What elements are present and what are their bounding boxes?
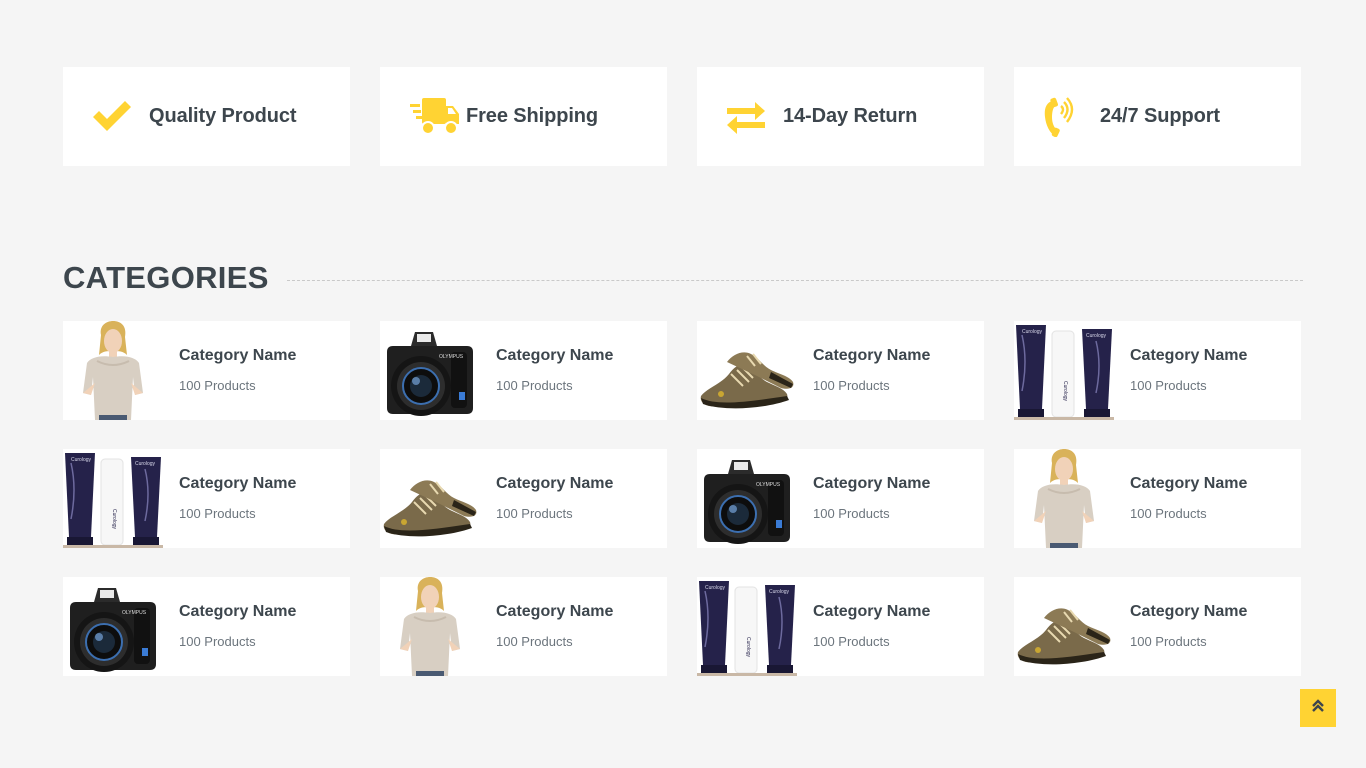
- category-info: Category Name 100 Products: [179, 475, 296, 521]
- category-product-count: 100 Products: [813, 377, 890, 393]
- category-name[interactable]: Category Name: [813, 603, 930, 621]
- category-image[interactable]: OLYMPUS: [697, 449, 797, 548]
- svg-text:Curology: Curology: [1022, 329, 1043, 335]
- exchange-arrows-icon: [725, 95, 777, 139]
- check-icon: [91, 95, 143, 139]
- category-image[interactable]: OLYMPUS: [63, 577, 163, 676]
- category-info: Category Name 100 Products: [1130, 475, 1247, 521]
- category-name[interactable]: Category Name: [1130, 347, 1247, 365]
- category-product-count: 100 Products: [813, 505, 890, 521]
- category-product-count: 100 Products: [1130, 633, 1207, 649]
- category-image[interactable]: OLYMPUS: [380, 321, 480, 420]
- dashed-divider: [286, 279, 1303, 281]
- feature-24-7-support: 24/7 Support: [1014, 67, 1301, 166]
- svg-text:Curology: Curology: [71, 457, 92, 463]
- category-name[interactable]: Category Name: [496, 475, 613, 493]
- category-card[interactable]: Category Name 100 Products: [380, 449, 667, 548]
- category-image[interactable]: [380, 577, 480, 676]
- svg-text:OLYMPUS: OLYMPUS: [122, 610, 147, 616]
- category-card[interactable]: Curology Curology Curology Category Name 100…: [697, 577, 984, 676]
- category-image[interactable]: [63, 321, 163, 420]
- feature-label: 24/7 Support: [1100, 105, 1220, 127]
- feature-quality-product: Quality Product: [63, 67, 350, 166]
- feature-label: 14-Day Return: [783, 105, 918, 127]
- category-product-count: 100 Products: [179, 377, 256, 393]
- svg-text:OLYMPUS: OLYMPUS: [756, 482, 781, 488]
- svg-text:Curology: Curology: [769, 589, 790, 595]
- feature-14-day-return: 14-Day Return: [697, 67, 984, 166]
- category-product-count: 100 Products: [1130, 505, 1207, 521]
- category-image[interactable]: [1014, 577, 1114, 676]
- category-image[interactable]: Curology Curology Curology: [63, 449, 163, 548]
- double-chevron-up-icon: [1312, 698, 1324, 718]
- svg-text:OLYMPUS: OLYMPUS: [439, 354, 464, 360]
- back-to-top-button[interactable]: [1300, 689, 1336, 727]
- category-name[interactable]: Category Name: [179, 603, 296, 621]
- category-name[interactable]: Category Name: [179, 347, 296, 365]
- features-row: Quality Product Free Shipping 14-Day Ret…: [63, 67, 1301, 166]
- category-name[interactable]: Category Name: [1130, 603, 1247, 621]
- svg-text:Curology: Curology: [1086, 333, 1107, 339]
- category-image[interactable]: Curology Curology Curology: [697, 577, 797, 676]
- category-product-count: 100 Products: [496, 505, 573, 521]
- category-name[interactable]: Category Name: [496, 603, 613, 621]
- shipping-truck-icon: [408, 95, 460, 139]
- category-grid: Category Name 100 Products OLYMPUS Category…: [63, 321, 1301, 676]
- category-name[interactable]: Category Name: [179, 475, 296, 493]
- category-card[interactable]: OLYMPUS Category Name 100 Products: [63, 577, 350, 676]
- section-title: CATEGORIES: [63, 260, 269, 295]
- category-name[interactable]: Category Name: [813, 475, 930, 493]
- categories-heading: CATEGORIES: [63, 260, 1303, 296]
- category-card[interactable]: Category Name 100 Products: [380, 577, 667, 676]
- category-info: Category Name 100 Products: [496, 603, 613, 649]
- category-info: Category Name 100 Products: [496, 475, 613, 521]
- category-card[interactable]: OLYMPUS Category Name 100 Products: [380, 321, 667, 420]
- category-card[interactable]: Category Name 100 Products: [697, 321, 984, 420]
- category-info: Category Name 100 Products: [179, 347, 296, 393]
- category-name[interactable]: Category Name: [1130, 475, 1247, 493]
- category-image[interactable]: [697, 321, 797, 420]
- phone-volume-icon: [1042, 95, 1094, 139]
- category-info: Category Name 100 Products: [179, 603, 296, 649]
- category-info: Category Name 100 Products: [813, 603, 930, 649]
- svg-text:Curology: Curology: [705, 585, 726, 591]
- category-product-count: 100 Products: [813, 633, 890, 649]
- feature-free-shipping: Free Shipping: [380, 67, 667, 166]
- category-card[interactable]: OLYMPUS Category Name 100 Products: [697, 449, 984, 548]
- category-image[interactable]: [380, 449, 480, 548]
- category-info: Category Name 100 Products: [1130, 347, 1247, 393]
- svg-text:Curology: Curology: [135, 461, 156, 467]
- category-name[interactable]: Category Name: [813, 347, 930, 365]
- svg-text:Curology: Curology: [111, 509, 117, 530]
- category-info: Category Name 100 Products: [496, 347, 613, 393]
- category-card[interactable]: Category Name 100 Products: [63, 321, 350, 420]
- category-image[interactable]: Curology Curology Curology: [1014, 321, 1114, 420]
- category-card[interactable]: Curology Curology Curology Category Name 100…: [1014, 321, 1301, 420]
- feature-label: Free Shipping: [466, 105, 599, 127]
- category-product-count: 100 Products: [179, 633, 256, 649]
- category-product-count: 100 Products: [496, 633, 573, 649]
- category-info: Category Name 100 Products: [1130, 603, 1247, 649]
- category-product-count: 100 Products: [1130, 377, 1207, 393]
- category-product-count: 100 Products: [496, 377, 573, 393]
- category-info: Category Name 100 Products: [813, 347, 930, 393]
- category-card[interactable]: Category Name 100 Products: [1014, 449, 1301, 548]
- svg-text:Curology: Curology: [1062, 381, 1068, 402]
- category-name[interactable]: Category Name: [496, 347, 613, 365]
- category-image[interactable]: [1014, 449, 1114, 548]
- category-info: Category Name 100 Products: [813, 475, 930, 521]
- category-card[interactable]: Curology Curology Curology Category Name 100…: [63, 449, 350, 548]
- category-card[interactable]: Category Name 100 Products: [1014, 577, 1301, 676]
- svg-text:Curology: Curology: [745, 637, 751, 658]
- category-product-count: 100 Products: [179, 505, 256, 521]
- feature-label: Quality Product: [149, 105, 297, 127]
